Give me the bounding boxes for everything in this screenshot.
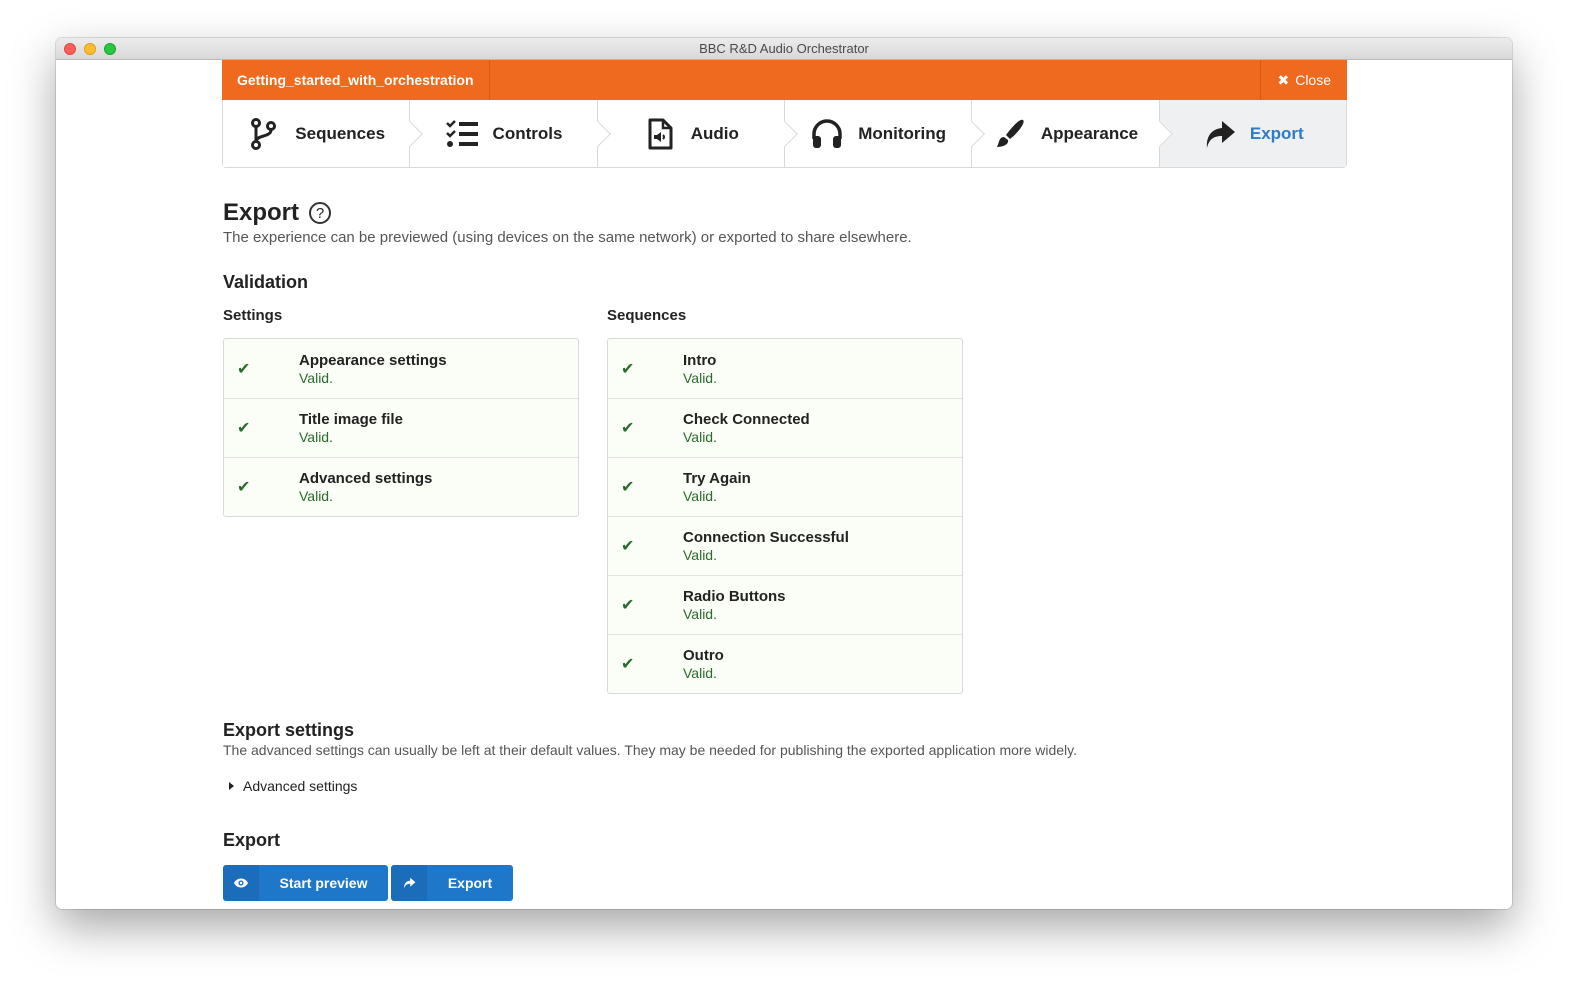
main-content: Getting_started_with_orchestration ✖ Clo… <box>222 60 1347 901</box>
maximize-window-button[interactable] <box>104 43 116 55</box>
list-item: ✔ Radio Buttons Valid. <box>608 575 962 634</box>
item-name: Advanced settings <box>299 470 433 487</box>
tab-label: Audio <box>690 123 739 143</box>
export-page: Export ? The experience can be previewed… <box>222 199 1347 901</box>
export-heading: Export <box>223 830 281 850</box>
paintbrush-icon <box>996 119 1024 147</box>
tab-export[interactable]: Export <box>1158 100 1346 167</box>
item-name: Outro <box>683 647 724 664</box>
item-name: Connection Successful <box>683 529 849 546</box>
sequences-heading: Sequences <box>607 307 687 324</box>
page-description: The experience can be previewed (using d… <box>223 229 912 246</box>
list-item: ✔ Outro Valid. <box>608 634 962 693</box>
validation-heading: Validation <box>223 272 309 292</box>
item-name: Intro <box>683 351 717 369</box>
check-icon: ✔ <box>237 420 251 437</box>
item-status: Valid. <box>683 488 717 504</box>
list-item: ✔ Connection Successful Valid. <box>608 516 962 575</box>
start-preview-label: Start preview <box>279 875 368 891</box>
export-label: Export <box>447 875 493 891</box>
title-bar: BBC R&D Audio Orchestrator <box>56 38 1512 60</box>
item-status: Valid. <box>683 665 717 681</box>
eye-icon <box>223 865 259 901</box>
sequences-validation-list: ✔ Intro Valid. ✔ Check Connected Valid. ✔ … <box>607 338 963 694</box>
settings-heading: Settings <box>223 307 283 324</box>
share-arrow-icon <box>391 865 427 901</box>
tab-sequences[interactable]: Sequences <box>223 100 410 167</box>
export-buttons: Start preview Export <box>223 865 1346 901</box>
advanced-settings-label: Advanced settings <box>243 778 358 794</box>
caret-right-icon <box>229 782 234 790</box>
sequences-column: Sequences ✔ Intro Valid. ✔ Check Connecte… <box>607 307 963 694</box>
item-status: Valid. <box>683 606 717 622</box>
check-icon: ✔ <box>621 360 635 378</box>
export-actions-section: Export Start preview Export <box>223 830 1346 901</box>
close-label: Close <box>1295 72 1331 88</box>
window-controls <box>64 43 116 55</box>
project-name: Getting_started_with_orchestration <box>222 60 490 100</box>
step-navigation: Sequences Controls Audio Monitoring Appe… <box>222 100 1347 168</box>
headphones-icon <box>812 118 842 148</box>
tab-label: Monitoring <box>858 123 947 143</box>
tab-label: Export <box>1249 123 1304 143</box>
tab-appearance[interactable]: Appearance <box>971 100 1159 167</box>
item-name: Radio Buttons <box>683 588 786 605</box>
help-icon[interactable]: ? <box>309 202 332 224</box>
advanced-settings-toggle[interactable]: Advanced settings <box>223 778 1346 794</box>
check-icon: ✔ <box>237 479 251 496</box>
checklist-icon <box>445 119 478 147</box>
list-item: ✔ Try Again Valid. <box>608 457 962 516</box>
tab-label: Controls <box>492 123 563 143</box>
check-icon: ✔ <box>621 597 635 614</box>
validation-columns: Settings ✔ Appearance settings Valid. ✔ T… <box>223 307 1346 694</box>
check-icon: ✔ <box>237 360 251 378</box>
check-icon: ✔ <box>621 479 635 496</box>
list-item: ✔ Advanced settings Valid. <box>224 457 578 516</box>
tab-label: Appearance <box>1040 123 1139 143</box>
project-bar: Getting_started_with_orchestration ✖ Clo… <box>222 60 1347 100</box>
check-icon: ✔ <box>621 420 635 437</box>
page-title: Export ? <box>223 199 1346 227</box>
check-icon: ✔ <box>621 656 635 673</box>
tab-label: Sequences <box>295 123 386 143</box>
export-settings-heading: Export settings <box>223 720 355 740</box>
tab-controls[interactable]: Controls <box>409 100 597 167</box>
close-project-button[interactable]: ✖ Close <box>1260 60 1347 100</box>
list-item: ✔ Intro Valid. <box>608 339 962 398</box>
start-preview-button[interactable]: Start preview <box>223 865 388 901</box>
share-arrow-icon <box>1206 120 1235 148</box>
check-icon: ✔ <box>621 538 635 555</box>
minimize-window-button[interactable] <box>84 43 96 55</box>
item-status: Valid. <box>683 429 717 445</box>
export-settings-description: The advanced settings can usually be lef… <box>223 742 1077 758</box>
item-name: Title image file <box>299 411 403 428</box>
list-item: ✔ Appearance settings Valid. <box>224 339 578 398</box>
item-name: Check Connected <box>683 411 810 428</box>
export-button[interactable]: Export <box>391 865 513 901</box>
close-window-button[interactable] <box>64 43 76 55</box>
settings-validation-list: ✔ Appearance settings Valid. ✔ Title imag… <box>223 338 579 517</box>
item-status: Valid. <box>299 488 333 504</box>
list-item: ✔ Title image file Valid. <box>224 398 578 457</box>
item-status: Valid. <box>299 429 333 445</box>
item-name: Try Again <box>683 470 751 487</box>
branch-icon <box>251 117 277 150</box>
item-name: Appearance settings <box>299 351 447 369</box>
settings-column: Settings ✔ Appearance settings Valid. ✔ T… <box>223 307 579 694</box>
tab-audio[interactable]: Audio <box>596 100 784 167</box>
page-title-text: Export <box>223 199 300 226</box>
item-status: Valid. <box>683 547 717 563</box>
window-title: BBC R&D Audio Orchestrator <box>699 41 869 56</box>
audio-file-icon <box>648 118 673 149</box>
close-icon: ✖ <box>1277 71 1290 88</box>
item-status: Valid. <box>299 369 333 386</box>
item-status: Valid. <box>683 369 717 386</box>
export-settings-section: Export settings The advanced settings ca… <box>223 720 1346 794</box>
app-window: BBC R&D Audio Orchestrator Getting_start… <box>56 38 1512 909</box>
tab-monitoring[interactable]: Monitoring <box>783 100 972 167</box>
list-item: ✔ Check Connected Valid. <box>608 398 962 457</box>
